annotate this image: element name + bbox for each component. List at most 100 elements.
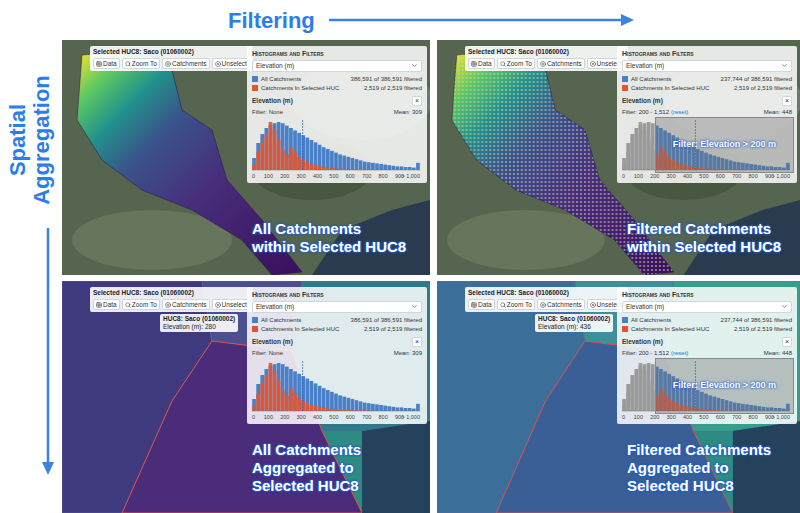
toolbar-button[interactable]: Zoom To	[497, 299, 535, 310]
close-button[interactable]: ×	[412, 96, 422, 106]
mean-line	[302, 361, 303, 411]
button-icon	[500, 302, 506, 308]
axis-tick: 300	[667, 173, 676, 179]
histogram-bar	[412, 408, 416, 410]
close-button[interactable]: ×	[782, 337, 792, 347]
histogram-bar	[285, 125, 289, 169]
histogram-bar	[367, 403, 371, 411]
histogram-bar	[252, 399, 256, 411]
histogram-bar	[285, 396, 289, 411]
toolbar-button[interactable]: Data	[93, 58, 120, 69]
histogram-bar	[643, 129, 647, 169]
histogram-bar	[626, 143, 630, 170]
panel-grid: Selected HUC8: Saco (01060002)DataZoom T…	[62, 40, 800, 513]
histogram-bar	[310, 381, 314, 411]
legend-row: Catchments In Selected HUC2,519 of 2,519…	[252, 325, 422, 333]
toolbar-button[interactable]: Catchments	[162, 299, 210, 310]
axis-tick: 500	[699, 173, 708, 179]
histogram-bar	[301, 401, 305, 411]
histogram-bar	[269, 122, 273, 170]
map-tooltip: HUC8: Saco (01060002)Elevation (m): 280	[160, 314, 238, 332]
histogram-bar	[264, 375, 268, 410]
histogram-bar	[371, 410, 375, 412]
toolbar-button[interactable]: Catchments	[162, 58, 210, 69]
histogram-bar	[256, 393, 260, 411]
toolbar-button[interactable]: Zoom To	[122, 299, 160, 310]
close-button[interactable]: ×	[782, 96, 792, 106]
toolbar-button[interactable]: Data	[93, 299, 120, 310]
toolbar-button[interactable]: Unselect	[212, 58, 250, 69]
close-button[interactable]: ×	[412, 337, 422, 347]
histogram-bar	[367, 162, 371, 170]
histogram-bar	[404, 167, 408, 170]
histogram-bar	[359, 169, 363, 171]
histogram-bar	[338, 395, 342, 411]
histogram-bar	[383, 164, 387, 169]
map-panel: Selected HUC8: Saco (01060002)DataZoom T…	[62, 40, 430, 275]
axis-tick: 800	[749, 173, 758, 179]
histogram-bar	[322, 388, 326, 411]
histogram-bar	[408, 408, 412, 411]
variable-select[interactable]: Elevation (m)	[622, 301, 792, 313]
histogram-bar	[630, 142, 634, 170]
toolbar-button[interactable]: Zoom To	[122, 58, 160, 69]
histogram-bar	[256, 152, 260, 170]
histogram-bar	[375, 163, 379, 170]
histogram-bar	[285, 366, 289, 410]
histogram-chart[interactable]: 0100200300400500600700800900> 1,000	[252, 120, 420, 180]
histogram-bar	[387, 165, 391, 170]
histogram-chart[interactable]: 0100200300400500600700800900> 1,000Filte…	[622, 120, 790, 180]
histogram-bar	[256, 143, 260, 170]
variable-select[interactable]: Elevation (m)	[622, 60, 792, 72]
histogram-bar	[342, 396, 346, 410]
button-icon	[125, 61, 131, 67]
histogram-bar	[359, 160, 363, 170]
caption: All CatchmentsAggregated toSelected HUC8	[252, 441, 361, 495]
variable-select[interactable]: Elevation (m)	[252, 60, 422, 72]
histogram-bar	[639, 363, 643, 411]
histogram-bar	[330, 168, 334, 170]
toolbar-button[interactable]: Unselect	[212, 299, 250, 310]
legend: All Catchments237,744 of 386,591 filtere…	[622, 74, 792, 92]
toolbar-button[interactable]: Data	[468, 299, 495, 310]
histogram-bar	[334, 152, 338, 169]
filter-brush[interactable]: Filter: Elevation > 200 m	[655, 117, 794, 173]
histogram-bar	[301, 160, 305, 170]
histogram-bar	[338, 154, 342, 170]
toolbar-button[interactable]: Catchments	[537, 58, 585, 69]
histogram-bar	[281, 150, 285, 170]
histogram-chart[interactable]: 0100200300400500600700800900> 1,000	[252, 361, 420, 421]
toolbar-button[interactable]: Data	[468, 58, 495, 69]
histogram-bar	[396, 407, 400, 411]
histogram-bar	[277, 380, 281, 410]
selected-huc-box: Selected HUC8: Saco (01060002)DataZoom T…	[465, 46, 628, 71]
axis-tick: 800	[749, 414, 758, 420]
histogram-bar	[326, 167, 330, 170]
histogram-bar	[318, 386, 322, 411]
button-icon	[471, 302, 477, 308]
filter-note: Filter: Elevation > 200 m	[673, 138, 776, 152]
toolbar-button[interactable]: Catchments	[537, 299, 585, 310]
histogram-bar	[293, 152, 297, 170]
reset-link[interactable]: (reset)	[671, 109, 688, 115]
legend-row: All Catchments386,591 of 386,591 filtere…	[252, 75, 422, 83]
chevron-icon	[781, 62, 788, 69]
histogram-chart[interactable]: 0100200300400500600700800900> 1,000Filte…	[622, 361, 790, 421]
caption: All Catchmentswithin Selected HUC8	[252, 220, 406, 256]
histogram-bar	[285, 155, 289, 170]
vertical-axis: Spatial Aggregation	[0, 0, 62, 513]
histogram-bar	[310, 164, 314, 170]
selected-huc-box: Selected HUC8: Saco (01060002)DataZoom T…	[90, 287, 253, 312]
toolbar-button[interactable]: Zoom To	[497, 58, 535, 69]
filter-brush[interactable]: Filter: Elevation > 200 m	[655, 358, 794, 414]
axis-tick: 100	[264, 414, 273, 420]
reset-link[interactable]: (reset)	[671, 350, 688, 356]
histogram-bar	[412, 167, 416, 169]
axis-tick: 0	[622, 173, 625, 179]
variable-select[interactable]: Elevation (m)	[252, 301, 422, 313]
histogram-panel: Histograms and FiltersElevation (m)All C…	[247, 46, 427, 183]
histogram-bar	[252, 165, 256, 170]
histogram-bar	[404, 408, 408, 411]
histogram-bar	[363, 410, 367, 412]
axis-tick: 500	[699, 414, 708, 420]
